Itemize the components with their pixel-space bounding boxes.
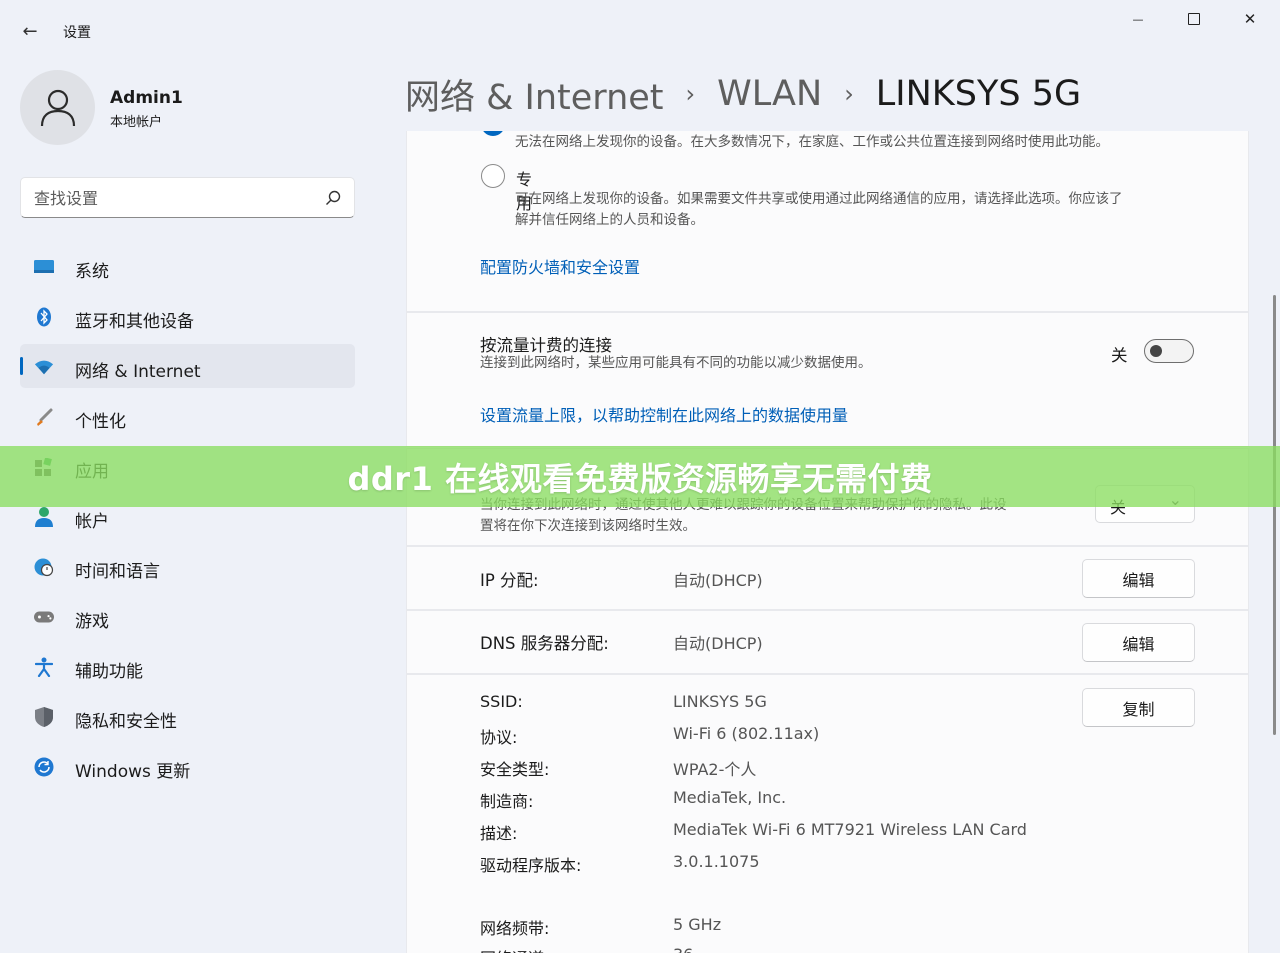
property-label: 安全类型:: [480, 760, 550, 779]
sidebar-item-personalization[interactable]: 个性化: [20, 394, 355, 438]
firewall-settings-link[interactable]: 配置防火墙和安全设置: [480, 254, 640, 278]
sidebar-item-system[interactable]: 系统: [20, 244, 355, 288]
dns-assignment-label: DNS 服务器分配:: [480, 634, 609, 653]
close-button[interactable]: ✕: [1222, 0, 1278, 38]
ip-assignment-value: 自动(DHCP): [673, 571, 763, 590]
shield-icon: [34, 707, 54, 727]
random-hw-description-line2: 置将在你下次连接到该网络时生效。: [480, 518, 696, 534]
sidebar-item-gaming[interactable]: 游戏: [20, 594, 355, 638]
property-value: 5 GHz: [673, 915, 722, 934]
property-value: Wi-Fi 6 (802.11ax): [673, 724, 820, 743]
toggle-knob: [1150, 345, 1162, 357]
data-limit-link[interactable]: 设置流量上限，以帮助控制在此网络上的数据使用量: [480, 402, 848, 426]
sidebar-item-windows-update[interactable]: Windows 更新: [20, 744, 355, 788]
metered-connection-card: 按流量计费的连接 连接到此网络时，某些应用可能具有不同的功能以减少数据使用。 关…: [406, 312, 1249, 447]
sidebar-item-privacy[interactable]: 隐私和安全性: [20, 694, 355, 738]
breadcrumb: 网络 & Internet › WLAN › LINKSYS 5G: [405, 70, 1081, 118]
account-type: 本地帐户: [110, 115, 163, 130]
public-radio[interactable]: [481, 131, 505, 136]
bluetooth-icon: [34, 307, 54, 327]
breadcrumb-network[interactable]: 网络 & Internet: [405, 69, 664, 120]
maximize-button[interactable]: [1166, 0, 1222, 38]
monitor-icon: [34, 257, 54, 277]
property-label: 制造商:: [480, 792, 534, 811]
sidebar-item-time-language[interactable]: 时间和语言: [20, 544, 355, 588]
property-value: LINKSYS 5G: [673, 692, 767, 711]
update-icon: [34, 757, 54, 777]
sidebar-item-label: 蓝牙和其他设备: [75, 312, 194, 332]
person-avatar-icon: [40, 89, 75, 126]
property-value: 36: [673, 945, 693, 953]
sidebar-item-accessibility[interactable]: 辅助功能: [20, 644, 355, 688]
properties-card: 复制 SSID: LINKSYS 5G 协议: Wi-Fi 6 (802.11a…: [406, 674, 1249, 953]
app-title: 设置: [63, 25, 91, 41]
metered-state-label: 关: [1111, 346, 1128, 365]
ip-assignment-card: IP 分配: 自动(DHCP) 编辑: [406, 546, 1249, 610]
user-name: Admin1: [110, 88, 183, 108]
property-label: SSID:: [480, 692, 523, 711]
sidebar-item-label: 游戏: [75, 612, 109, 632]
sidebar-nav: 系统 蓝牙和其他设备 网络 & Internet 个性化 应用 帐户: [20, 244, 355, 794]
chevron-right-icon: ›: [685, 80, 696, 108]
close-icon: ✕: [1243, 10, 1257, 28]
person-icon: [34, 507, 54, 527]
sidebar-item-label: 系统: [75, 262, 109, 282]
sidebar-item-label: 隐私和安全性: [75, 712, 177, 732]
page-title: LINKSYS 5G: [875, 74, 1082, 114]
sidebar-item-bluetooth[interactable]: 蓝牙和其他设备: [20, 294, 355, 338]
wifi-icon: [34, 357, 54, 377]
dns-edit-button[interactable]: 编辑: [1082, 623, 1195, 662]
property-value: MediaTek, Inc.: [673, 788, 787, 807]
globe-clock-icon: [34, 557, 54, 577]
scrollbar-thumb[interactable]: [1273, 295, 1276, 735]
minimize-button[interactable]: —: [1110, 0, 1166, 38]
sidebar-item-label: 时间和语言: [75, 562, 160, 582]
private-description-line2: 解并信任网络上的人员和设备。: [515, 212, 704, 228]
property-label: 网络通道:: [480, 945, 549, 953]
brush-icon: [34, 407, 54, 427]
sidebar-item-label: 帐户: [75, 512, 109, 532]
chevron-right-icon: ›: [844, 80, 854, 108]
property-label: 驱动程序版本:: [480, 856, 582, 875]
back-arrow-icon: ←: [22, 20, 38, 42]
active-indicator: [20, 357, 23, 375]
minimize-icon: —: [1132, 12, 1144, 26]
maximize-icon: [1188, 13, 1200, 25]
property-label: 描述:: [480, 824, 518, 843]
settings-search-box[interactable]: [20, 177, 355, 218]
gamepad-icon: [34, 607, 54, 627]
dns-assignment-value: 自动(DHCP): [673, 634, 763, 653]
dns-assignment-card: DNS 服务器分配: 自动(DHCP) 编辑: [406, 610, 1249, 674]
sidebar-item-label: 个性化: [75, 412, 126, 432]
private-radio[interactable]: [481, 164, 505, 188]
back-button[interactable]: ←: [14, 16, 46, 46]
property-value: 3.0.1.1075: [673, 852, 760, 871]
search-icon[interactable]: [324, 189, 342, 207]
overlay-banner: ddr1 在线观看免费版资源畅享无需付费: [0, 446, 1280, 507]
copy-button[interactable]: 复制: [1082, 688, 1195, 727]
user-profile[interactable]: Admin1 本地帐户: [20, 70, 360, 146]
metered-toggle[interactable]: [1144, 339, 1194, 363]
property-value: WPA2-个人: [673, 760, 757, 779]
public-description: 无法在网络上发现你的设备。在大多数情况下，在家庭、工作或公共位置连接到网络时使用…: [515, 134, 1109, 150]
sidebar-item-label: 辅助功能: [75, 662, 143, 682]
search-input[interactable]: [34, 186, 314, 210]
property-label: 协议:: [480, 728, 518, 747]
property-label: 网络频带:: [480, 919, 550, 938]
sidebar-item-network[interactable]: 网络 & Internet: [20, 344, 355, 388]
private-description-line1: 可在网络上发现你的设备。如果需要文件共享或使用通过此网络通信的应用，请选择此选项…: [515, 191, 1123, 207]
ip-edit-button[interactable]: 编辑: [1082, 559, 1195, 598]
main-content[interactable]: 无法在网络上发现你的设备。在大多数情况下，在家庭、工作或公共位置连接到网络时使用…: [406, 131, 1249, 953]
banner-text: ddr1 在线观看免费版资源畅享无需付费: [347, 459, 933, 498]
sidebar-item-label: Windows 更新: [75, 762, 191, 782]
accessibility-icon: [34, 657, 54, 677]
breadcrumb-wlan[interactable]: WLAN: [717, 74, 822, 114]
ip-assignment-label: IP 分配:: [480, 571, 539, 590]
title-bar: ← 设置 — ✕: [0, 0, 1280, 60]
avatar: [20, 70, 95, 145]
network-profile-card: 无法在网络上发现你的设备。在大多数情况下，在家庭、工作或公共位置连接到网络时使用…: [406, 131, 1249, 312]
metered-description: 连接到此网络时，某些应用可能具有不同的功能以减少数据使用。: [480, 355, 872, 371]
sidebar-item-label: 网络 & Internet: [75, 362, 201, 382]
property-value: MediaTek Wi-Fi 6 MT7921 Wireless LAN Car…: [673, 820, 1027, 839]
